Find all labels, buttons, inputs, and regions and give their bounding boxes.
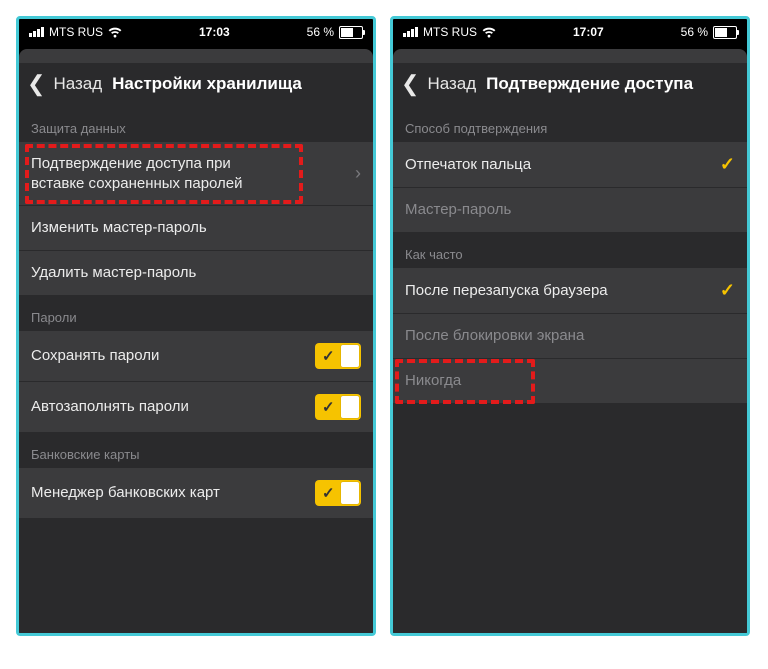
row-delete-master-password[interactable]: Удалить мастер-пароль <box>19 251 373 296</box>
row-label: После блокировки экрана <box>405 326 735 346</box>
toggle-bank-cards[interactable]: ✓ <box>315 480 361 506</box>
toggle-save-passwords[interactable]: ✓ <box>315 343 361 369</box>
sheet-handle <box>19 49 373 63</box>
row-label: Никогда <box>405 371 735 391</box>
row-save-passwords[interactable]: Сохранять пароли ✓ <box>19 331 373 382</box>
page-title: Настройки хранилища <box>112 74 302 94</box>
row-label: Удалить мастер-пароль <box>31 263 361 283</box>
section-header-data-protection: Защита данных <box>19 107 373 142</box>
nav-bar: ❮ Назад Настройки хранилища <box>19 63 373 107</box>
status-bar: MTS RUS 17:03 56 % <box>19 19 373 43</box>
section-header-confirmation-method: Способ подтверждения <box>393 107 747 142</box>
battery-percent: 56 % <box>681 25 708 39</box>
phone-right: MTS RUS 17:07 56 % ❮ Назад Подтверждение… <box>390 16 750 636</box>
row-never[interactable]: Никогда <box>393 359 747 404</box>
row-label: Мастер-пароль <box>405 200 735 220</box>
wifi-icon <box>482 27 496 38</box>
row-after-browser-restart[interactable]: После перезапуска браузера ✓ <box>393 268 747 314</box>
row-after-screen-lock[interactable]: После блокировки экрана <box>393 314 747 359</box>
row-label: Сохранять пароли <box>31 346 315 366</box>
settings-list: Защита данных Подтверждение доступа при … <box>19 107 373 633</box>
clock: 17:03 <box>199 25 230 39</box>
signal-icon <box>29 27 44 37</box>
row-label: Изменить мастер-пароль <box>31 218 361 238</box>
status-bar: MTS RUS 17:07 56 % <box>393 19 747 43</box>
row-label: Автозаполнять пароли <box>31 397 315 417</box>
row-autofill-passwords[interactable]: Автозаполнять пароли ✓ <box>19 382 373 433</box>
checkmark-icon: ✓ <box>712 280 735 301</box>
phone-left: MTS RUS 17:03 56 % ❮ Назад Настройки хра… <box>16 16 376 636</box>
back-button[interactable]: Назад <box>427 74 476 94</box>
settings-list: Способ подтверждения Отпечаток пальца ✓ … <box>393 107 747 633</box>
row-label: Отпечаток пальца <box>405 155 712 175</box>
clock: 17:07 <box>573 25 604 39</box>
page-title: Подтверждение доступа <box>486 74 693 94</box>
battery-percent: 56 % <box>307 25 334 39</box>
nav-bar: ❮ Назад Подтверждение доступа <box>393 63 747 107</box>
back-arrow-icon[interactable]: ❮ <box>27 73 45 95</box>
wifi-icon <box>108 27 122 38</box>
back-button[interactable]: Назад <box>53 74 102 94</box>
battery-icon <box>339 26 363 39</box>
carrier-label: MTS RUS <box>423 25 477 39</box>
sheet-handle <box>393 49 747 63</box>
checkmark-icon: ✓ <box>712 154 735 175</box>
carrier-label: MTS RUS <box>49 25 103 39</box>
back-arrow-icon[interactable]: ❮ <box>401 73 419 95</box>
battery-icon <box>713 26 737 39</box>
row-access-confirmation[interactable]: Подтверждение доступа при вставке сохран… <box>19 142 373 206</box>
section-header-how-often: Как часто <box>393 233 747 268</box>
row-fingerprint[interactable]: Отпечаток пальца ✓ <box>393 142 747 188</box>
row-label: Подтверждение доступа при вставке сохран… <box>31 154 271 193</box>
section-header-passwords: Пароли <box>19 296 373 331</box>
row-label: Менеджер банковских карт <box>31 483 315 503</box>
chevron-right-icon: › <box>347 163 361 184</box>
signal-icon <box>403 27 418 37</box>
row-label: После перезапуска браузера <box>405 281 712 301</box>
row-master-password[interactable]: Мастер-пароль <box>393 188 747 233</box>
row-change-master-password[interactable]: Изменить мастер-пароль <box>19 206 373 251</box>
section-header-bank-cards: Банковские карты <box>19 433 373 468</box>
row-bank-cards-manager[interactable]: Менеджер банковских карт ✓ <box>19 468 373 518</box>
toggle-autofill-passwords[interactable]: ✓ <box>315 394 361 420</box>
